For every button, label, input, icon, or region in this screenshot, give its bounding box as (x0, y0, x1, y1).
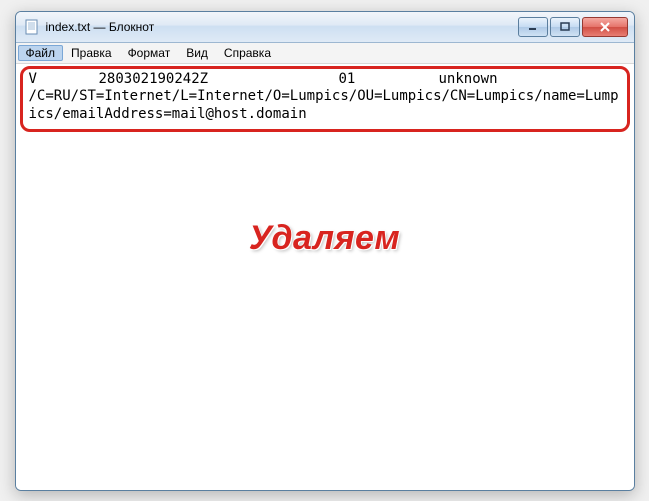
maximize-button[interactable] (550, 17, 580, 37)
annotation-label: Удаляем (16, 219, 634, 258)
selected-text-highlight: V 280302190242Z 01 unknown /C=RU/ST=Inte… (20, 66, 630, 133)
menu-help[interactable]: Справка (216, 45, 279, 61)
cert-flag: V (29, 71, 99, 89)
minimize-icon (528, 22, 538, 32)
cert-status: unknown (439, 71, 621, 89)
minimize-button[interactable] (518, 17, 548, 37)
window-controls (518, 17, 628, 37)
window-title: index.txt — Блокнот (46, 20, 518, 34)
text-editor-area[interactable]: V 280302190242Z 01 unknown /C=RU/ST=Inte… (16, 64, 634, 490)
menu-view[interactable]: Вид (178, 45, 216, 61)
certificate-row-1: V 280302190242Z 01 unknown (29, 71, 621, 89)
cert-date: 280302190242Z (99, 71, 339, 89)
close-icon (599, 22, 611, 32)
cert-serial: 01 (339, 71, 439, 89)
menubar: Файл Правка Формат Вид Справка (16, 43, 634, 64)
menu-file[interactable]: Файл (18, 45, 64, 61)
cert-subject: /C=RU/ST=Internet/L=Internet/O=Lumpics/O… (29, 88, 621, 123)
maximize-icon (560, 22, 570, 32)
menu-format[interactable]: Формат (120, 45, 179, 61)
notepad-window: index.txt — Блокнот Файл Правка Формат В… (15, 11, 635, 491)
notepad-icon (24, 19, 40, 35)
close-button[interactable] (582, 17, 628, 37)
titlebar[interactable]: index.txt — Блокнот (16, 12, 634, 43)
menu-edit[interactable]: Правка (63, 45, 120, 61)
